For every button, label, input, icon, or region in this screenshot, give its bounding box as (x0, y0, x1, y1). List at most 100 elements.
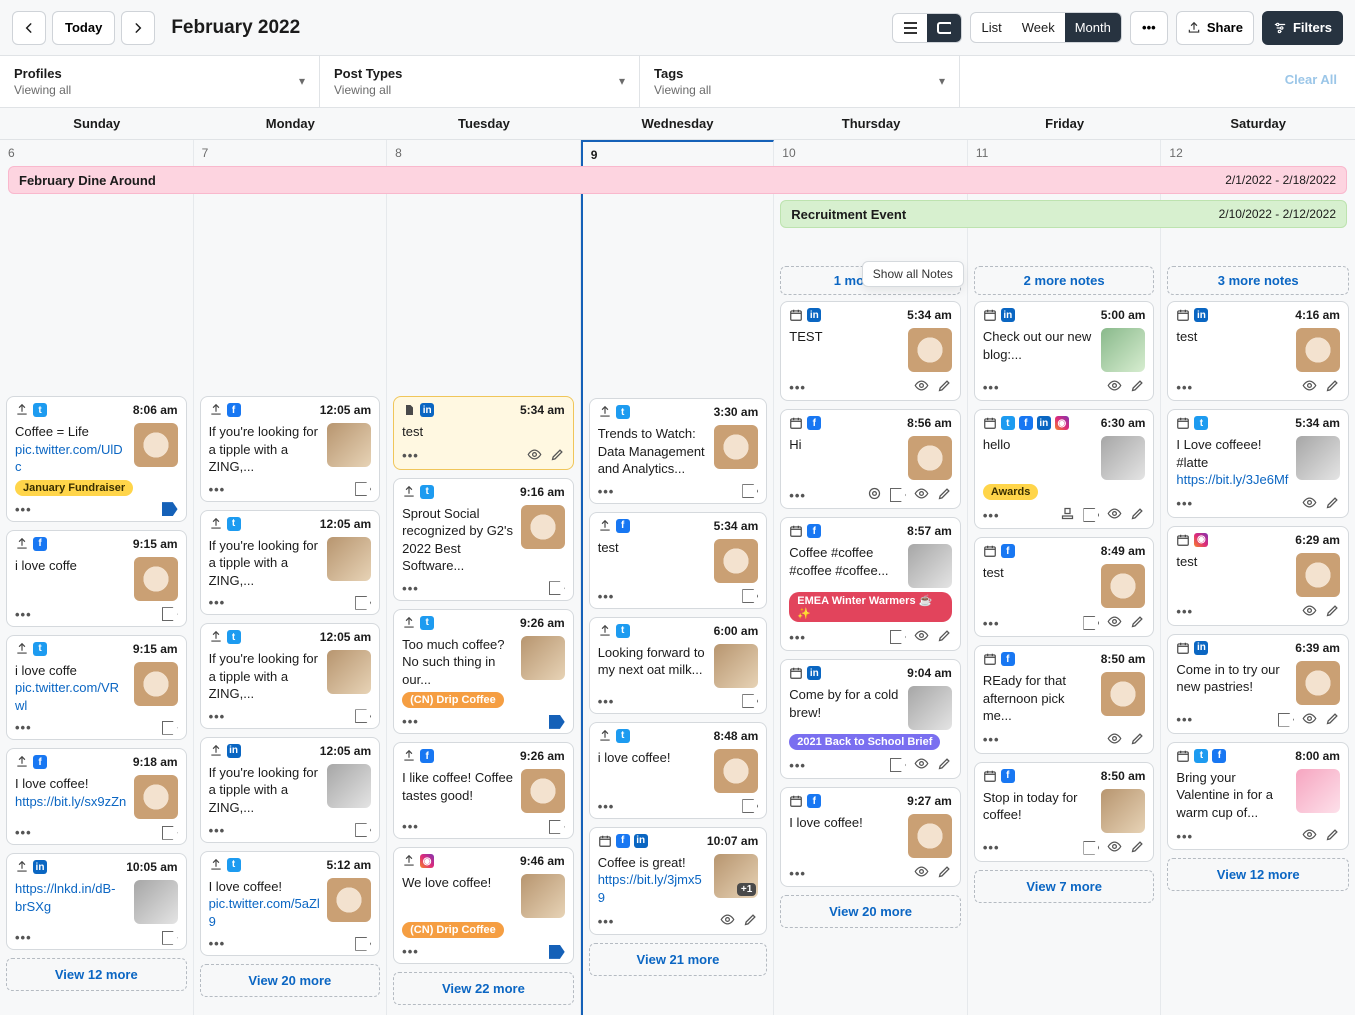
post-menu-button[interactable]: ••• (1176, 604, 1193, 619)
more-menu-button[interactable]: ••• (1130, 11, 1168, 45)
edit-icon[interactable] (1325, 603, 1340, 621)
edit-icon[interactable] (937, 378, 952, 396)
post-card[interactable]: in4:16 amtest••• (1167, 301, 1349, 401)
post-menu-button[interactable]: ••• (15, 930, 32, 945)
edit-icon[interactable] (1325, 378, 1340, 396)
preview-icon[interactable] (1107, 506, 1122, 524)
post-link[interactable]: pic.twitter.com/VRwl (15, 680, 119, 713)
preview-icon[interactable] (914, 628, 929, 646)
preview-icon[interactable] (914, 756, 929, 774)
filter-profiles[interactable]: Profiles Viewing all ▾ (0, 56, 320, 107)
post-card[interactable]: f5:34 amtest••• (589, 512, 768, 609)
tag-icon[interactable] (1083, 841, 1099, 855)
tag-icon[interactable] (162, 721, 178, 735)
tag-icon[interactable] (890, 630, 906, 644)
view-more-button[interactable]: View 12 more (6, 958, 187, 991)
post-link[interactable]: pic.twitter.com/UlDc (15, 442, 123, 475)
tag-icon[interactable] (162, 607, 178, 621)
preview-icon[interactable] (527, 447, 542, 465)
tag-icon[interactable] (549, 581, 565, 595)
edit-icon[interactable] (937, 486, 952, 504)
post-card[interactable]: f8:49 amtest••• (974, 537, 1155, 637)
tag-icon[interactable] (355, 709, 371, 723)
next-button[interactable] (121, 11, 155, 45)
preview-icon[interactable] (914, 378, 929, 396)
post-card[interactable]: t9:26 amToo much coffee? No such thing i… (393, 609, 574, 735)
post-menu-button[interactable]: ••• (209, 482, 226, 497)
edit-icon[interactable] (1130, 839, 1145, 857)
post-menu-button[interactable]: ••• (402, 714, 419, 729)
tag-icon[interactable] (890, 758, 906, 772)
tag-icon[interactable] (162, 826, 178, 840)
post-card[interactable]: in10:05 amhttps://lnkd.in/dB-brSXg••• (6, 853, 187, 950)
tag-icon[interactable] (355, 823, 371, 837)
preview-icon[interactable] (1107, 614, 1122, 632)
campaign-banner-dine[interactable]: February Dine Around 2/1/2022 - 2/18/202… (8, 166, 1347, 194)
layout-list-icon[interactable] (893, 14, 927, 42)
more-notes-button[interactable]: 1 more noteShow all Notes (780, 266, 961, 295)
tag-icon[interactable] (355, 937, 371, 951)
post-menu-button[interactable]: ••• (598, 589, 615, 604)
post-card[interactable]: f9:26 amI like coffee! Coffee tastes goo… (393, 742, 574, 839)
post-card[interactable]: tf8:00 amBring your Valentine in for a w… (1167, 742, 1349, 851)
post-menu-button[interactable]: ••• (983, 840, 1000, 855)
tag-icon[interactable] (742, 484, 758, 498)
post-menu-button[interactable]: ••• (789, 630, 806, 645)
edit-icon[interactable] (1325, 711, 1340, 729)
tag-icon[interactable] (549, 945, 565, 959)
preview-icon[interactable] (1302, 711, 1317, 729)
filter-tags[interactable]: Tags Viewing all ▾ (640, 56, 960, 107)
view-more-button[interactable]: View 20 more (200, 964, 381, 997)
preview-icon[interactable] (1107, 839, 1122, 857)
post-card[interactable]: fin10:07 amCoffee is great!https://bit.l… (589, 827, 768, 936)
post-menu-button[interactable]: ••• (789, 488, 806, 503)
today-button[interactable]: Today (52, 11, 115, 45)
tag-icon[interactable] (549, 715, 565, 729)
post-menu-button[interactable]: ••• (15, 825, 32, 840)
view-more-button[interactable]: View 22 more (393, 972, 574, 1005)
post-card[interactable]: t12:05 amIf you're looking for a tipple … (200, 623, 381, 729)
post-card[interactable]: t3:30 amTrends to Watch: Data Management… (589, 398, 768, 504)
filters-button[interactable]: Filters (1262, 11, 1343, 45)
post-menu-button[interactable]: ••• (209, 595, 226, 610)
post-menu-button[interactable]: ••• (15, 502, 32, 517)
preview-icon[interactable] (1302, 495, 1317, 513)
post-card[interactable]: t5:34 amI Love coffeee! #lattehttps://bi… (1167, 409, 1349, 518)
tag-icon[interactable] (162, 931, 178, 945)
view-more-button[interactable]: View 20 more (780, 895, 961, 928)
post-menu-button[interactable]: ••• (983, 616, 1000, 631)
view-week[interactable]: Week (1012, 13, 1065, 42)
post-card[interactable]: t9:16 amSprout Social recognized by G2's… (393, 478, 574, 601)
tag-icon[interactable] (890, 488, 906, 502)
layout-card-icon[interactable] (927, 14, 961, 42)
post-menu-button[interactable]: ••• (1176, 829, 1193, 844)
share-button[interactable]: Share (1176, 11, 1254, 45)
edit-icon[interactable] (1325, 495, 1340, 513)
preview-icon[interactable] (1107, 378, 1122, 396)
post-menu-button[interactable]: ••• (1176, 712, 1193, 727)
post-menu-button[interactable]: ••• (789, 866, 806, 881)
preview-icon[interactable] (720, 912, 735, 930)
tag-icon[interactable] (1278, 713, 1294, 727)
post-card[interactable]: f8:50 amREady for that afternoon pick me… (974, 645, 1155, 754)
tag-icon[interactable] (549, 820, 565, 834)
post-link[interactable]: https://bit.ly/3jmx59 (598, 872, 702, 905)
post-menu-button[interactable]: ••• (209, 709, 226, 724)
edit-icon[interactable] (743, 912, 758, 930)
post-card[interactable]: f8:56 amHi••• (780, 409, 961, 509)
post-menu-button[interactable]: ••• (789, 758, 806, 773)
post-menu-button[interactable]: ••• (598, 694, 615, 709)
tag-icon[interactable] (742, 589, 758, 603)
target-icon[interactable] (867, 486, 882, 504)
edit-icon[interactable] (1130, 731, 1145, 749)
tag-icon[interactable] (355, 596, 371, 610)
post-menu-button[interactable]: ••• (598, 484, 615, 499)
post-card[interactable]: ◉9:46 amWe love coffee!(CN) Drip Coffee•… (393, 847, 574, 964)
post-menu-button[interactable]: ••• (209, 823, 226, 838)
tag-icon[interactable] (742, 694, 758, 708)
view-more-button[interactable]: View 21 more (589, 943, 768, 976)
clear-all-button[interactable]: Clear All (1267, 56, 1355, 107)
preview-icon[interactable] (914, 864, 929, 882)
preview-icon[interactable] (1302, 378, 1317, 396)
post-card[interactable]: t8:48 ami love coffee!••• (589, 722, 768, 819)
